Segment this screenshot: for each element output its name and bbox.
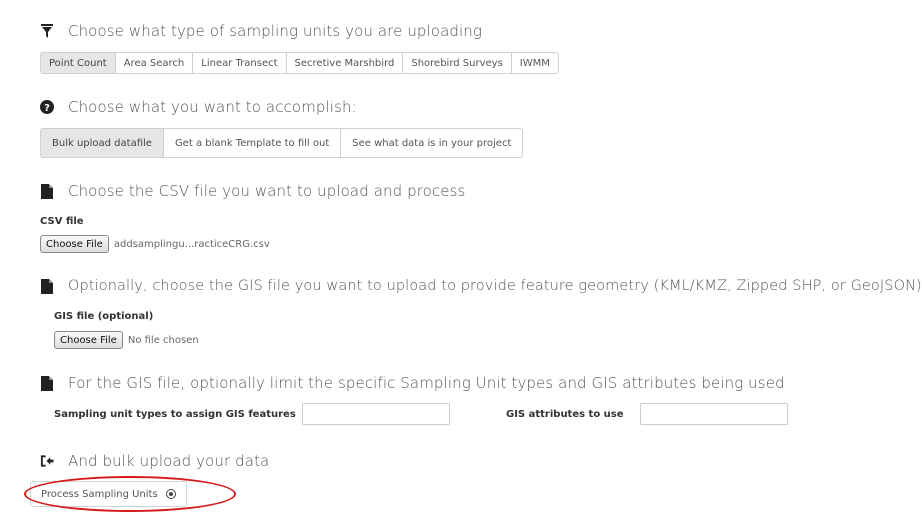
section-type-heading: Choose what type of sampling units you a… [40,22,482,40]
sampling-type-group: Point Count Area Search Linear Transect … [40,52,559,74]
section-csv-heading: Choose the CSV file you want to upload a… [40,182,465,200]
csv-file-input: Choose File addsamplingu...racticeCRG.cs… [40,235,270,253]
section-csv-title: Choose the CSV file you want to upload a… [68,182,466,200]
record-circle-icon [165,489,176,499]
section-upload-heading: And bulk upload your data [40,452,269,470]
file-icon [40,278,54,294]
option-point-count[interactable]: Point Count [40,52,116,74]
section-gis-title: Optionally, choose the GIS file you want… [68,278,922,294]
section-gis-heading: Optionally, choose the GIS file you want… [40,278,922,294]
filter-icon [40,23,54,39]
section-type-title: Choose what type of sampling units you a… [68,22,482,40]
file-icon [40,375,54,391]
section-upload-title: And bulk upload your data [68,452,270,470]
section-limit-heading: For the GIS file, optionally limit the s… [40,374,785,392]
gis-attributes-label: GIS attributes to use [506,409,624,420]
csv-file-label: CSV file [40,216,84,227]
option-see-project-data[interactable]: See what data is in your project [341,128,524,158]
section-limit-title: For the GIS file, optionally limit the s… [68,374,785,392]
section-goal-heading: ? Choose what you want to accomplish: [40,98,357,116]
svg-text:?: ? [44,103,50,114]
sampling-types-input[interactable] [302,403,450,425]
process-button-label: Process Sampling Units [41,488,158,500]
option-blank-template[interactable]: Get a blank Template to fill out [163,128,342,158]
csv-choose-file-button[interactable]: Choose File [40,235,109,253]
gis-file-input: Choose File No file chosen [54,331,199,349]
option-linear-transect[interactable]: Linear Transect [193,52,287,74]
section-goal-title: Choose what you want to accomplish: [68,98,357,116]
goal-group: Bulk upload datafile Get a blank Templat… [40,128,524,158]
file-icon [40,183,54,199]
option-area-search[interactable]: Area Search [115,52,194,74]
csv-file-name: addsamplingu...racticeCRG.csv [113,238,270,250]
gis-choose-file-button[interactable]: Choose File [54,331,123,349]
gis-attributes-input[interactable] [640,403,788,425]
option-shorebird-surveys[interactable]: Shorebird Surveys [403,52,512,74]
question-circle-icon: ? [40,99,54,115]
gis-file-label: GIS file (optional) [54,311,154,322]
option-bulk-upload[interactable]: Bulk upload datafile [40,128,164,158]
gis-file-name: No file chosen [127,334,199,346]
option-iwmm[interactable]: IWMM [511,52,559,74]
import-icon [40,453,54,469]
option-secretive-marshbird[interactable]: Secretive Marshbird [286,52,404,74]
process-sampling-units-button[interactable]: Process Sampling Units [30,481,187,507]
sampling-types-label: Sampling unit types to assign GIS featur… [54,409,296,420]
